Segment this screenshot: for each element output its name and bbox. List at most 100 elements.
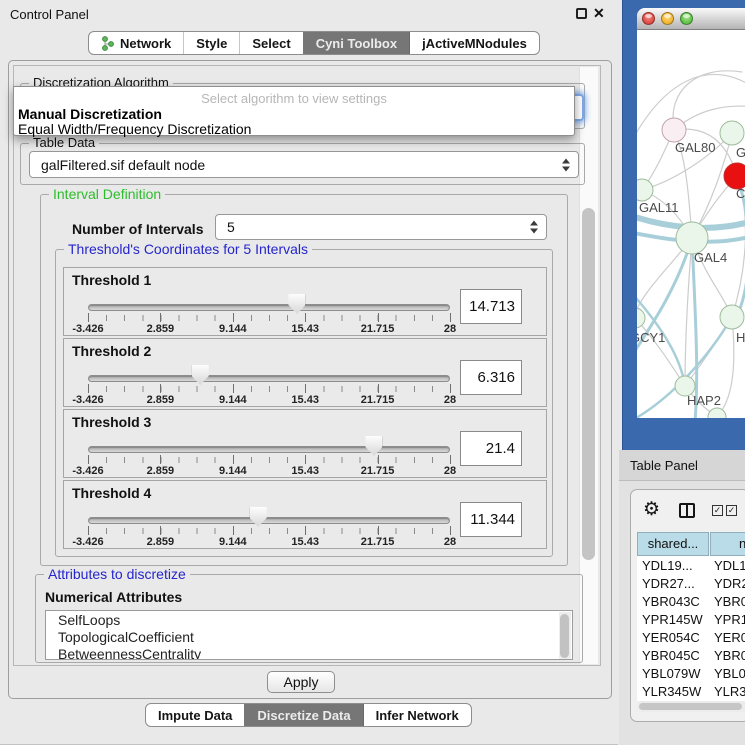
network-node[interactable] <box>720 305 744 329</box>
tick-mark <box>160 526 161 535</box>
column-header-name[interactable]: n... <box>710 532 745 556</box>
network-node-label: GAL11 <box>639 200 679 215</box>
slider-thumb[interactable] <box>192 365 209 385</box>
slider-track[interactable] <box>88 375 450 382</box>
stepper-icon <box>530 221 538 234</box>
tick-mark <box>305 313 306 322</box>
slider-track[interactable] <box>88 517 450 524</box>
list-scrollbar-thumb[interactable] <box>560 614 569 658</box>
slider-track[interactable] <box>88 446 450 453</box>
list-scrollbar[interactable] <box>559 612 571 660</box>
column-header-shared-name[interactable]: shared... <box>637 532 709 556</box>
table-rows: YDL19...YDL1...YDR27...YDR2...YBR043CYBR… <box>637 556 745 701</box>
tab-discretize-data[interactable]: Discretize Data <box>244 704 362 726</box>
table-data-group: Table Data galFiltered.sif default node <box>20 143 585 185</box>
table-row[interactable]: YBR045CYBR0... <box>637 648 745 666</box>
threshold-value-box[interactable]: 14.713 <box>460 289 522 324</box>
tick-mark <box>160 455 161 464</box>
table-row[interactable]: YER054CYER0... <box>637 630 745 648</box>
slider-thumb[interactable] <box>250 507 267 527</box>
tab-style[interactable]: Style <box>183 32 239 54</box>
thresholds-group: Threshold's Coordinates for 5 Intervals … <box>55 249 553 557</box>
apply-button[interactable]: Apply <box>267 671 335 693</box>
tick-mark <box>233 313 234 322</box>
tick-label: 9.144 <box>219 394 247 406</box>
table-row[interactable]: YBL079WYBL0... <box>637 666 745 684</box>
numerical-attributes-label: Numerical Attributes <box>45 589 182 605</box>
tick-mark <box>233 455 234 464</box>
network-node[interactable] <box>720 121 744 145</box>
network-icon <box>101 36 114 51</box>
top-tab-bar: Network Style Select Cyni Toolbox jActiv… <box>88 31 540 55</box>
tab-jactivemnodules[interactable]: jActiveMNodules <box>409 32 539 54</box>
attributes-group-title: Attributes to discretize <box>44 566 190 582</box>
cell-name: YBR0... <box>714 594 745 609</box>
slider-thumb[interactable] <box>365 436 382 456</box>
dropdown-option-manual[interactable]: Manual Discretization <box>18 106 162 122</box>
tick-label: 28 <box>444 465 456 477</box>
cell-shared-name: YBR045C <box>642 648 700 663</box>
tab-select[interactable]: Select <box>239 32 302 54</box>
attribute-list-item[interactable]: TopologicalCoefficient <box>58 629 194 646</box>
tick-label: 2.859 <box>147 536 175 548</box>
network-node[interactable] <box>662 118 686 142</box>
interval-group-title: Interval Definition <box>49 186 165 202</box>
table-data-value: galFiltered.sif default node <box>41 157 205 173</box>
table-row[interactable]: YPR145WYPR1... <box>637 612 745 630</box>
minimize-traffic-light-icon[interactable] <box>661 12 674 25</box>
table-row[interactable]: YDL19...YDL1... <box>637 558 745 576</box>
network-window-titlebar[interactable] <box>637 8 745 30</box>
dropdown-option-equal-width[interactable]: Equal Width/Frequency Discretization <box>18 121 251 137</box>
numerical-attributes-list[interactable]: SelfLoopsTopologicalCoefficientBetweenne… <box>45 610 573 660</box>
horizontal-scrollbar[interactable] <box>637 701 745 712</box>
tick-mark <box>233 526 234 535</box>
threshold-value-box[interactable]: 11.344 <box>460 502 522 537</box>
tab-network[interactable]: Network <box>89 32 183 54</box>
number-of-intervals-value: 5 <box>227 219 235 235</box>
gear-icon[interactable]: ⚙ <box>643 498 660 521</box>
network-node[interactable] <box>708 408 726 418</box>
number-of-intervals-label: Number of Intervals <box>72 221 203 237</box>
tick-label: 9.144 <box>219 323 247 335</box>
control-panel: Control Panel ✕ Network Style Select Cyn… <box>0 0 618 745</box>
threshold-value-box[interactable]: 6.316 <box>460 360 522 395</box>
slider-track[interactable] <box>88 304 450 311</box>
slider-thumb[interactable] <box>288 294 305 314</box>
scrollbar-thumb[interactable] <box>582 208 595 560</box>
table-data-combobox[interactable]: galFiltered.sif default node <box>29 151 579 178</box>
window-restore-icon[interactable] <box>576 8 587 19</box>
tick-label: 9.144 <box>219 465 247 477</box>
close-traffic-light-icon[interactable] <box>642 12 655 25</box>
table-row[interactable]: YLR345WYLR3... <box>637 684 745 701</box>
attribute-list-item[interactable]: BetweennessCentrality <box>58 646 201 660</box>
zoom-traffic-light-icon[interactable] <box>680 12 693 25</box>
tick-mark <box>88 384 89 393</box>
tick-mark <box>233 384 234 393</box>
tab-impute-data[interactable]: Impute Data <box>146 704 244 726</box>
table-row[interactable]: YBR043C YBR0... <box>637 594 745 612</box>
network-node[interactable] <box>637 308 645 328</box>
table-row[interactable]: YDR27...YDR2... <box>637 576 745 594</box>
checkbox-icon[interactable]: ✓ <box>712 505 723 516</box>
tick-mark <box>450 313 451 322</box>
threshold-value-box[interactable]: 21.4 <box>460 431 522 466</box>
attribute-list-item[interactable]: SelfLoops <box>58 612 120 629</box>
tick-mark <box>378 384 379 393</box>
node-table-container: ⚙ ✓ ✓ shared... n... YDL19...YDL1...YDR2… <box>630 489 745 722</box>
network-node[interactable] <box>637 179 653 201</box>
thresholds-group-title: Threshold's Coordinates for 5 Intervals <box>64 241 312 257</box>
checkbox-icon[interactable]: ✓ <box>726 505 737 516</box>
threshold-row: Threshold 2-3.4262.8599.14415.4321.71528… <box>63 338 547 407</box>
tick-label: 21.715 <box>361 323 395 335</box>
cell-shared-name: YER054C <box>642 630 700 645</box>
columns-icon[interactable] <box>679 503 695 518</box>
horizontal-scrollbar-thumb[interactable] <box>639 703 742 710</box>
tick-label: 15.43 <box>291 465 319 477</box>
number-of-intervals-combobox[interactable]: 5 <box>215 214 547 240</box>
network-view-canvas[interactable]: GAL80G.CGAL11GAL4GCY1HHAP2 <box>637 30 745 418</box>
close-icon[interactable]: ✕ <box>593 5 605 22</box>
tab-infer-network[interactable]: Infer Network <box>363 704 471 726</box>
network-node-label: GCY1 <box>637 330 665 345</box>
cell-shared-name: YBR043C <box>642 594 700 609</box>
tab-cyni-toolbox[interactable]: Cyni Toolbox <box>303 32 409 54</box>
